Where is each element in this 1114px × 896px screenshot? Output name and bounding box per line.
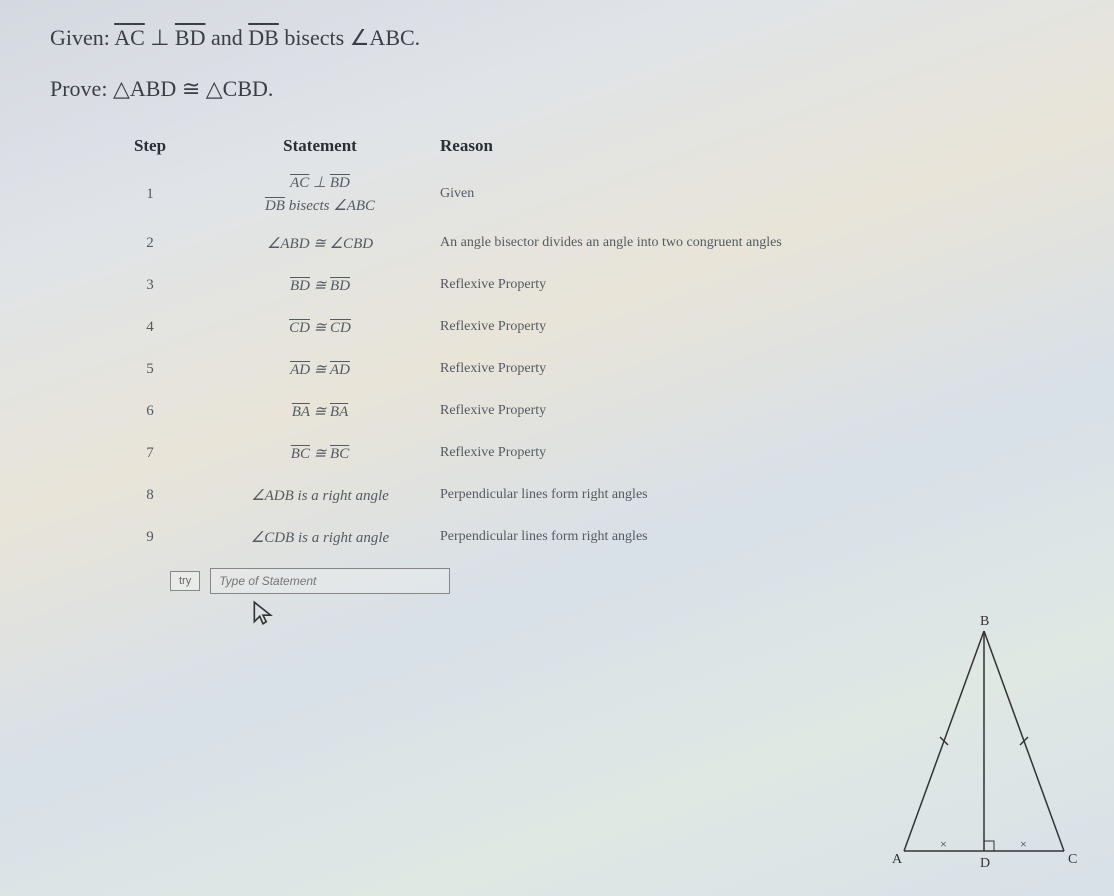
step-number: 4 [90,319,210,336]
angle-abc: ∠ABC. [350,25,420,50]
statement-cell: ∠CDB is a right angle [210,528,430,547]
reason-cell: Reflexive Property [430,403,1104,419]
table-row: 9 ∠CDB is a right angle Perpendicular li… [90,516,1104,558]
statement-cell: BC ≅ BC [210,444,430,463]
vertex-c: C [1068,852,1077,867]
step-number: 1 [90,186,210,203]
step-number: 5 [90,361,210,378]
segment-bd: BD [175,25,206,50]
congruent-symbol: ≅ [182,76,200,101]
table-row: 1 AC ⊥ BD DB bisects ∠ABC Given [90,166,1104,222]
step-number: 8 [90,487,210,504]
table-row: 2 ∠ABD ≅ ∠CBD An angle bisector divides … [90,222,1104,264]
table-row: 8 ∠ADB is a right angle Perpendicular li… [90,474,1104,516]
reason-cell: Reflexive Property [430,445,1104,461]
reason-cell: Reflexive Property [430,361,1104,377]
table-row: 6 BA ≅ BA Reflexive Property [90,390,1104,432]
reason-cell: Given [430,186,1104,202]
svg-text:×: × [940,837,947,851]
triangle-diagram: × × A B C D [884,611,1084,876]
statement-cell: ∠ADB is a right angle [210,486,430,505]
statement-cell: BA ≅ BA [210,402,430,421]
vertex-a: A [892,852,903,867]
prove-label: Prove: [50,76,107,101]
reason-cell: Perpendicular lines form right angles [430,529,1104,545]
triangle-abd: △ABD [113,76,176,101]
vertex-d: D [980,856,990,871]
statement-cell: AC ⊥ BD DB bisects ∠ABC [210,173,430,215]
perp-symbol: ⊥ [150,25,169,50]
triangle-cbd: △CBD. [206,76,274,101]
statement-cell: AD ≅ AD [210,360,430,379]
input-row: try [170,568,1104,594]
header-reason: Reason [430,136,1104,156]
try-button[interactable]: try [170,571,200,591]
given-line: Given: AC ⊥ BD and DB bisects ∠ABC. [50,20,1104,55]
table-row: 7 BC ≅ BC Reflexive Property [90,432,1104,474]
reason-cell: Reflexive Property [430,277,1104,293]
statement-cell: CD ≅ CD [210,318,430,337]
prove-line: Prove: △ABD ≅ △CBD. [50,71,1104,106]
svg-text:×: × [1020,837,1027,851]
table-row: 5 AD ≅ AD Reflexive Property [90,348,1104,390]
header-statement: Statement [210,136,430,156]
segment-ac: AC [114,25,145,50]
given-label: Given: [50,25,110,50]
problem-statement: Given: AC ⊥ BD and DB bisects ∠ABC. Prov… [50,20,1104,106]
statement-type-input[interactable] [210,568,450,594]
vertex-b: B [980,614,989,629]
header-step: Step [90,136,210,156]
statement-cell: ∠ABD ≅ ∠CBD [210,234,430,253]
step-number: 6 [90,403,210,420]
step-number: 7 [90,445,210,462]
reason-cell: An angle bisector divides an angle into … [430,235,1104,251]
and-word: and [211,25,243,50]
step-number: 3 [90,277,210,294]
reason-cell: Perpendicular lines form right angles [430,487,1104,503]
statement-cell: BD ≅ BD [210,276,430,295]
step-number: 2 [90,235,210,252]
table-row: 4 CD ≅ CD Reflexive Property [90,306,1104,348]
table-header: Step Statement Reason [90,136,1104,156]
statement-line: DB bisects ∠ABC [265,196,375,215]
statement-line: AC ⊥ BD [290,173,350,192]
step-number: 9 [90,529,210,546]
proof-table: Step Statement Reason 1 AC ⊥ BD DB bisec… [90,136,1104,631]
bisects-word: bisects [284,25,344,50]
table-row: 3 BD ≅ BD Reflexive Property [90,264,1104,306]
segment-db: DB [248,25,279,50]
reason-cell: Reflexive Property [430,319,1104,335]
